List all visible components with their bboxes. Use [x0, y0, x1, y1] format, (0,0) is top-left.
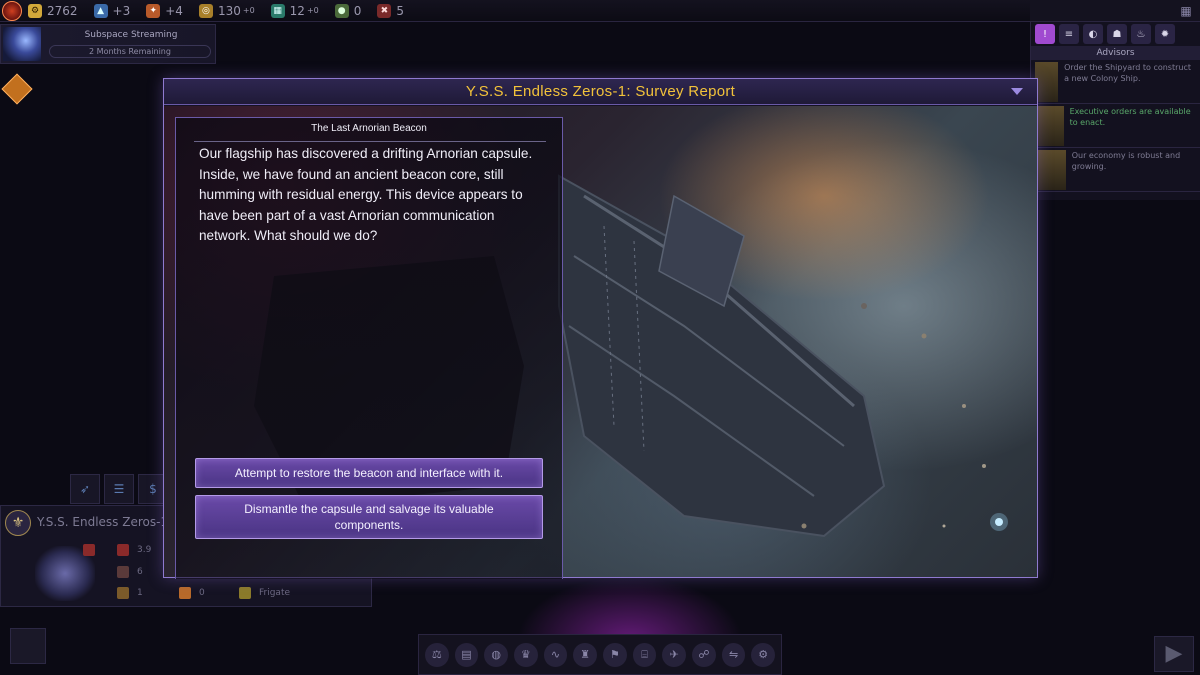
fleet-list-icon[interactable]: ☰: [104, 474, 134, 504]
alert-tab-icon[interactable]: !: [1035, 24, 1055, 44]
resource-value: 2762: [47, 3, 78, 18]
industry-icon: ▲: [93, 3, 108, 18]
resource-influence[interactable]: ◎ 130 +0: [198, 3, 255, 18]
planet-tab-icon[interactable]: ◐: [1083, 24, 1103, 44]
torch-tab-icon[interactable]: ♨: [1131, 24, 1151, 44]
flags-icon[interactable]: ⚑: [603, 642, 627, 667]
modal-title: Y.S.S. Endless Zeros-1: Survey Report: [164, 79, 1037, 105]
title-divider: [194, 141, 546, 142]
resource-value: 12: [289, 3, 305, 18]
deals-icon[interactable]: ⇋: [721, 642, 746, 667]
food-icon: ✦: [146, 3, 161, 18]
choice-restore-beacon-button[interactable]: Attempt to restore the beacon and interf…: [195, 458, 543, 488]
fleet-menu-icon[interactable]: ✈: [662, 642, 687, 667]
mini-fleet-icon[interactable]: [10, 628, 46, 664]
diplomacy-icon[interactable]: ☍: [692, 642, 716, 667]
fleet-stat-hull: 6: [117, 566, 143, 578]
advisor-portrait: [1035, 150, 1066, 190]
justice-icon[interactable]: ⚖: [425, 642, 449, 667]
resource-value: +3: [112, 3, 131, 18]
resource-delta: +0: [242, 6, 255, 15]
credits-icon: ⚙: [28, 3, 42, 18]
fleet-tools: ➶ ☰ $: [70, 474, 168, 504]
resource-credits[interactable]: ⚙ 2762: [28, 3, 78, 18]
upkeep-icon: [179, 587, 191, 599]
streaming-title: Subspace Streaming: [84, 30, 178, 40]
choice-label: Attempt to restore the beacon and interf…: [234, 466, 504, 480]
advisor-item[interactable]: Order the Shipyard to construct a new Co…: [1031, 60, 1200, 104]
leader-tab-icon[interactable]: ☗: [1107, 24, 1127, 44]
next-turn-button[interactable]: ▶: [1154, 636, 1194, 672]
fleet-stat-upkeep: 0: [179, 587, 205, 599]
choice-label: Dismantle the capsule and salvage its va…: [244, 502, 494, 532]
resource-bar: ⚙ 2762 ▲ +3 ✦ +4 ◎ 130 +0 ▦ 12 +0 ● 0 ✖ 5: [0, 0, 1030, 22]
resource-value: 5: [396, 3, 405, 18]
research-icon: ▦: [270, 3, 285, 18]
power-icon: [117, 544, 129, 556]
government-icon[interactable]: ♛: [514, 642, 538, 667]
resource-value: 0: [353, 3, 362, 18]
resource-value: +4: [165, 3, 183, 18]
military-icon: ✖: [377, 3, 392, 18]
settings-gear-icon[interactable]: ⚙: [751, 642, 776, 667]
event-title: The Last Arnorian Beacon: [311, 123, 427, 134]
fleet-stat-attack: [83, 544, 103, 556]
choice-dismantle-capsule-button[interactable]: Dismantle the capsule and salvage its va…: [195, 495, 543, 539]
stack-icon[interactable]: ▤: [454, 642, 479, 667]
top-right-bar: ▦: [1030, 0, 1200, 22]
streaming-thumbnail: [3, 27, 41, 61]
advisor-text: Our economy is robust and growing.: [1071, 151, 1181, 171]
resource-value: 130: [217, 3, 241, 18]
fleet-stat-class: Frigate: [239, 587, 290, 599]
ships-icon: [117, 587, 129, 599]
collapse-icon[interactable]: [1011, 88, 1023, 95]
alert-diamond-icon[interactable]: [1, 73, 33, 105]
advisors-panel: ! ≡ ◐ ☗ ♨ ✹ Advisors Order the Shipyard …: [1030, 22, 1200, 200]
resource-research[interactable]: ▦ 12 +0: [270, 3, 319, 18]
attack-icon: [83, 544, 95, 556]
resource-delta: +0: [306, 6, 319, 15]
stat-value: 1: [137, 588, 143, 598]
planets-icon[interactable]: ◍: [484, 642, 509, 667]
advisor-portrait: [1035, 62, 1059, 102]
list-tab-icon[interactable]: ≡: [1059, 24, 1079, 44]
resource-military[interactable]: ✖ 5: [377, 3, 405, 18]
subspace-streaming-panel[interactable]: Subspace Streaming 2 Months Remaining: [0, 24, 216, 64]
fleet-stat-ships: 1: [117, 587, 143, 599]
faction-tab-icon[interactable]: ✹: [1155, 24, 1175, 44]
research-tube-icon[interactable]: ⌸: [632, 642, 657, 667]
event-description: Our flagship has discovered a drifting A…: [199, 146, 533, 243]
advisors-title: Advisors: [1031, 46, 1200, 60]
advisor-tabs: ! ≡ ◐ ☗ ♨ ✹: [1031, 22, 1200, 46]
fleet-stat-power: 3.9: [117, 544, 151, 556]
stat-value: 3.9: [137, 545, 152, 555]
stats-icon[interactable]: ∿: [543, 642, 568, 667]
resource-industry[interactable]: ▲ +3: [93, 3, 131, 18]
menu-grid-icon[interactable]: ▦: [1178, 3, 1194, 19]
hull-icon: [117, 566, 129, 578]
class-icon: [239, 587, 251, 599]
streaming-status: 2 Months Remaining: [49, 45, 211, 58]
stat-value: Frigate: [259, 588, 291, 598]
empire-emblem-icon[interactable]: [2, 0, 22, 21]
influence-icon: ◎: [198, 3, 213, 18]
fleet-move-icon[interactable]: ➶: [70, 474, 100, 504]
survey-report-modal: Y.S.S. Endless Zeros-1: Survey Report Th…: [163, 78, 1038, 579]
advisor-text: Executive orders are available to enact.: [1069, 107, 1191, 127]
resource-approval[interactable]: ● 0: [334, 3, 362, 18]
fleet-emblem-icon: ⚜: [5, 510, 31, 536]
trophy-icon[interactable]: ♜: [573, 642, 598, 667]
advisor-text: Order the Shipyard to construct a new Co…: [1064, 63, 1192, 83]
advisor-portrait: [1035, 106, 1064, 146]
advisor-item[interactable]: Executive orders are available to enact.: [1031, 104, 1200, 148]
event-panel: The Last Arnorian Beacon Our flagship ha…: [175, 117, 563, 579]
fleet-name: Y.S.S. Endless Zeros-1: [37, 515, 169, 529]
bottom-toolbar: ⚖ ▤ ◍ ♛ ∿ ♜ ⚑ ⌸ ✈ ☍ ⇋ ⚙: [418, 634, 782, 675]
stat-value: 0: [199, 588, 205, 598]
advisor-item[interactable]: Our economy is robust and growing.: [1031, 148, 1200, 192]
resource-food[interactable]: ✦ +4: [146, 3, 183, 18]
approval-icon: ●: [334, 3, 349, 18]
stat-value: 6: [137, 567, 143, 577]
